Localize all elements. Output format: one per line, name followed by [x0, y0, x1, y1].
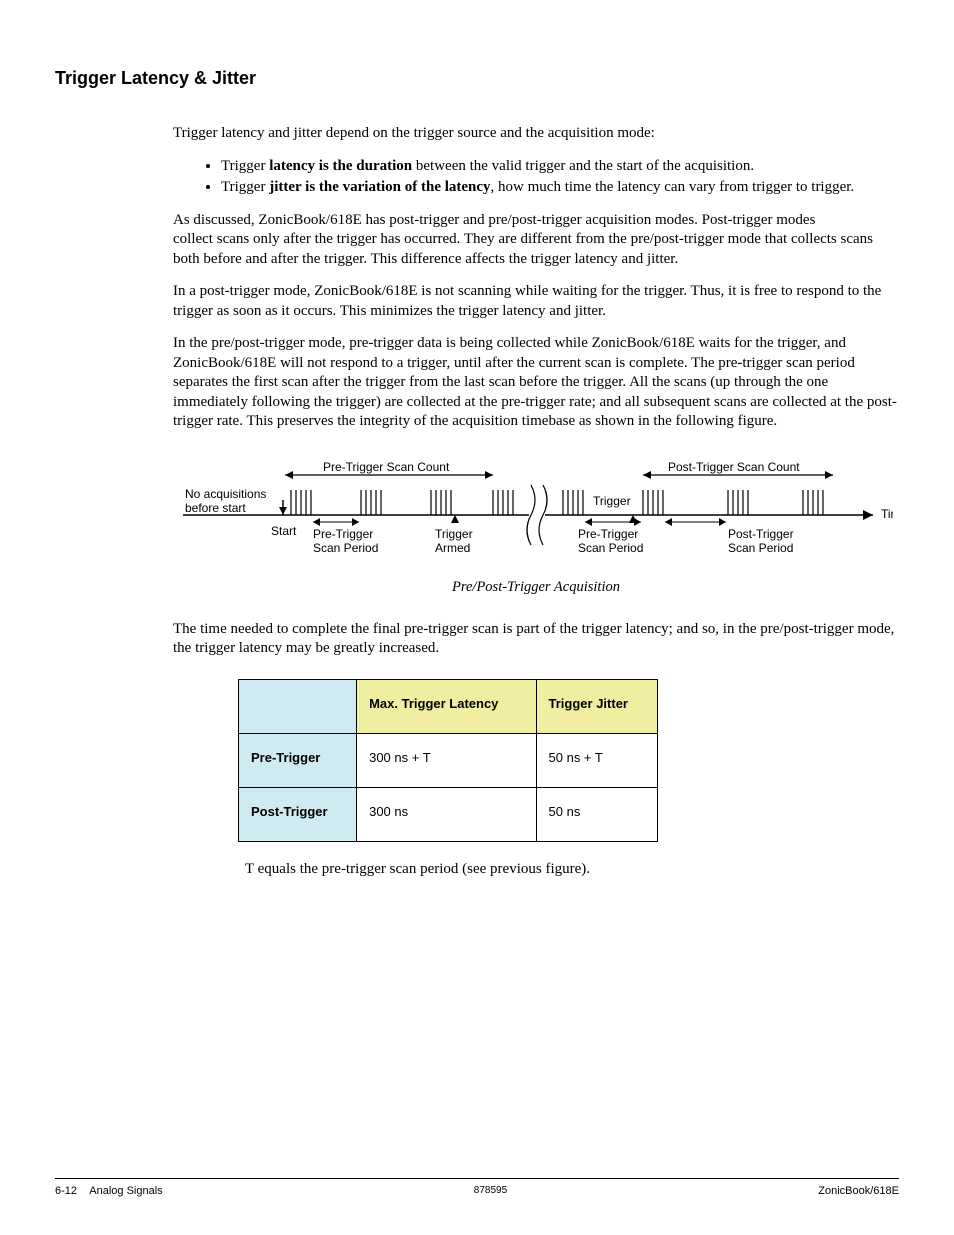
bullet-bold: latency is the duration	[269, 158, 412, 174]
paragraph: In the pre/post-trigger mode, pre-trigge…	[173, 334, 899, 432]
table-header-cell: Max. Trigger Latency	[357, 679, 536, 733]
table-row-header: Pre-Trigger	[239, 733, 357, 787]
scan-period-label-2: Scan Period	[578, 541, 643, 555]
list-item: Trigger latency is the duration between …	[221, 157, 899, 177]
table-header-cell: Trigger Jitter	[536, 679, 657, 733]
section-title: Trigger Latency & Jitter	[55, 68, 899, 89]
scan-period-label: Scan Period	[313, 541, 378, 555]
paragraph: As discussed, ZonicBook/618E has post-tr…	[173, 211, 899, 270]
pre-scan-period-label: Pre-Trigger	[313, 527, 373, 541]
post-scan-period-label: Post-Trigger	[728, 527, 794, 541]
timing-diagram: Time No acquisitions before start Start …	[173, 460, 899, 596]
figure-caption: Pre/Post-Trigger Acquisition	[173, 579, 899, 596]
timing-diagram-svg: Time No acquisitions before start Start …	[173, 460, 893, 570]
bullet-prefix: Trigger	[221, 158, 269, 174]
table-cell: 50 ns + T	[536, 733, 657, 787]
time-axis-label: Time	[881, 507, 893, 521]
before-start-label: before start	[185, 501, 246, 515]
table-cell: 300 ns + T	[357, 733, 536, 787]
para-line: collect scans only after the trigger has…	[173, 231, 873, 267]
bullet-list: Trigger latency is the duration between …	[173, 157, 899, 198]
body-column: Trigger latency and jitter depend on the…	[173, 124, 899, 879]
bullet-bold: jitter is the variation of the latency	[269, 179, 490, 195]
table-row: Pre-Trigger 300 ns + T 50 ns + T	[239, 733, 658, 787]
intro-paragraph: Trigger latency and jitter depend on the…	[173, 124, 899, 144]
no-acq-label: No acquisitions	[185, 487, 266, 501]
footer-center: 878595	[474, 1185, 507, 1197]
trigger-label: Trigger	[593, 494, 631, 508]
paragraph: In a post-trigger mode, ZonicBook/618E i…	[173, 282, 899, 321]
page-number: 6-12	[55, 1185, 77, 1197]
bullet-suffix: , how much time the latency can vary fro…	[491, 179, 855, 195]
scan-period-label-3: Scan Period	[728, 541, 793, 555]
table-footnote: T equals the pre-trigger scan period (se…	[245, 860, 899, 880]
paragraph: The time needed to complete the final pr…	[173, 620, 899, 659]
table-row-header: Post-Trigger	[239, 787, 357, 841]
footer-left: 6-12 Analog Signals	[55, 1185, 163, 1197]
trigger-armed-label: Trigger	[435, 527, 473, 541]
table-row: Post-Trigger 300 ns 50 ns	[239, 787, 658, 841]
footer-right: ZonicBook/618E	[818, 1185, 899, 1197]
list-item: Trigger jitter is the variation of the l…	[221, 178, 899, 198]
bullet-suffix: between the valid trigger and the start …	[412, 158, 754, 174]
page-footer: 6-12 Analog Signals 878595 ZonicBook/618…	[55, 1178, 899, 1197]
bullet-prefix: Trigger	[221, 179, 269, 195]
pre-scan-count-label: Pre-Trigger Scan Count	[323, 460, 450, 474]
table-cell: 300 ns	[357, 787, 536, 841]
start-label: Start	[271, 524, 297, 538]
table-cell: 50 ns	[536, 787, 657, 841]
para-line: As discussed, ZonicBook/618E has post-tr…	[173, 212, 815, 228]
armed-label: Armed	[435, 541, 470, 555]
latency-table: Max. Trigger Latency Trigger Jitter Pre-…	[238, 679, 658, 842]
footer-section-label: Analog Signals	[89, 1185, 162, 1197]
page: Trigger Latency & Jitter Trigger latency…	[0, 0, 954, 1235]
post-scan-count-label: Post-Trigger Scan Count	[668, 460, 800, 474]
table-row: Max. Trigger Latency Trigger Jitter	[239, 679, 658, 733]
table-corner-cell	[239, 679, 357, 733]
pre-scan-period-label-2: Pre-Trigger	[578, 527, 638, 541]
